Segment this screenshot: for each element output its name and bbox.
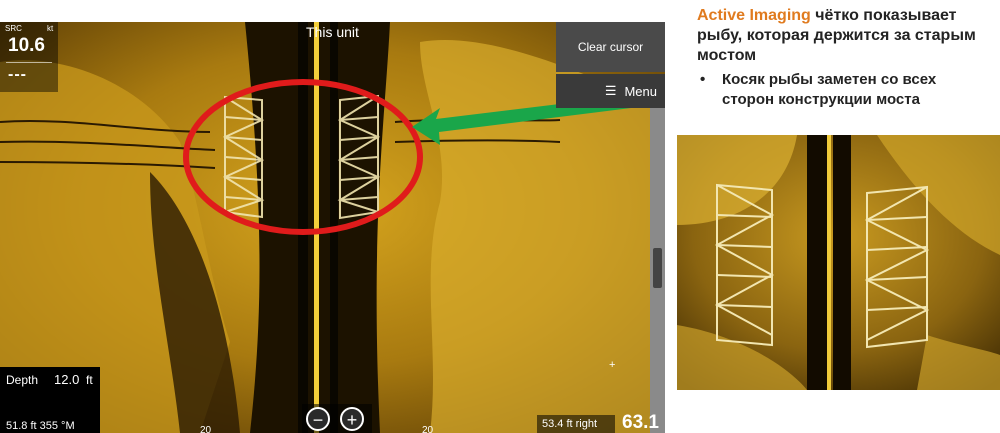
cursor-position-readout: 51.8 ft 355 °M (6, 420, 75, 432)
speed-readout: SRC kt 10.6 --- (0, 22, 58, 92)
speed-unit: kt (47, 24, 54, 33)
scrollbar[interactable] (650, 108, 665, 433)
depth-unit: ft (86, 373, 93, 387)
range-readout: 53.4 ft right (542, 418, 598, 430)
sonar-display[interactable]: SRC kt 10.6 --- This unit Clear cursor ☰… (0, 22, 665, 433)
scrollbar-thumb[interactable] (653, 248, 662, 288)
frequency-readout: 63.1 (622, 412, 659, 433)
speed-value: 10.6 (8, 35, 45, 56)
brand-name: Active Imaging (697, 7, 811, 24)
clear-cursor-button[interactable]: Clear cursor (556, 22, 665, 72)
depth-value: 12.0 (54, 372, 80, 387)
zoom-out-button[interactable]: − (306, 407, 330, 431)
speed-divider (6, 62, 52, 63)
zoom-in-button[interactable]: + (340, 407, 364, 431)
clear-cursor-label: Clear cursor (577, 40, 644, 54)
inset-imagery (677, 135, 1000, 390)
speed-source-label: SRC (5, 24, 22, 33)
bullet-icon: • (700, 71, 706, 88)
secondary-readout: --- (8, 66, 27, 83)
hamburger-icon: ☰ (604, 83, 617, 98)
caption-headline: Active Imaging чётко показывает рыбу, ко… (697, 6, 997, 66)
range-scale-right: 20 (422, 425, 434, 433)
range-scale-left: 20 (200, 425, 212, 433)
depth-label: Depth (6, 373, 39, 387)
menu-label: Menu (624, 83, 657, 99)
bullet-text: Косяк рыбы заметен со всех сторон констр… (722, 71, 937, 108)
menu-button[interactable]: ☰ Menu (556, 74, 665, 108)
crosshair-icon[interactable]: + (609, 359, 615, 371)
zoomed-sonar-inset (677, 135, 1000, 390)
caption-text: Active Imaging чётко показывает рыбу, ко… (697, 6, 997, 66)
source-label: This unit (306, 24, 359, 40)
